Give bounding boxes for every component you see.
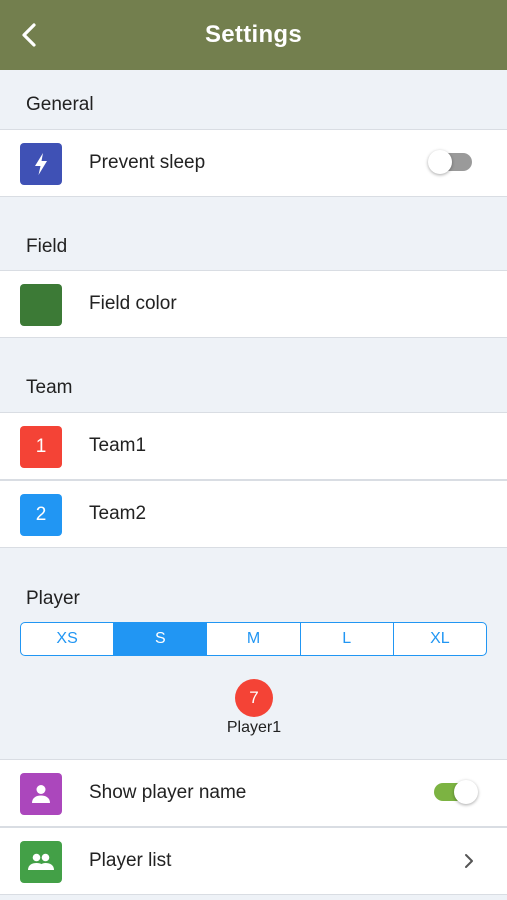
player-list-label: Player list: [89, 850, 172, 871]
show-player-name-row[interactable]: Show player name: [0, 759, 507, 827]
size-option-l[interactable]: L: [299, 623, 393, 655]
size-option-xs[interactable]: XS: [21, 623, 113, 655]
size-option-xl[interactable]: XL: [392, 623, 486, 655]
team-name-label: Team2: [89, 503, 147, 524]
field-color-swatch: [20, 284, 62, 326]
section-label-general: General: [26, 94, 94, 115]
player-preview-name: Player1: [226, 719, 282, 736]
toggle-knob: [428, 150, 452, 174]
player-size-selector: XS S M L XL: [20, 622, 487, 656]
field-color-row[interactable]: Field color: [0, 270, 507, 338]
chevron-left-icon: [22, 23, 36, 47]
player-preview-badge: 7: [235, 679, 273, 717]
team-row-1[interactable]: 1 Team1: [0, 412, 507, 480]
team-number-badge: 1: [20, 426, 62, 468]
size-option-s[interactable]: S: [113, 623, 207, 655]
show-player-name-label: Show player name: [89, 782, 247, 803]
show-player-name-toggle[interactable]: [434, 780, 478, 804]
people-icon: [20, 841, 62, 883]
lightning-icon: [20, 143, 62, 185]
section-label-field: Field: [26, 236, 68, 257]
section-label-team: Team: [26, 377, 73, 398]
field-color-label: Field color: [89, 293, 177, 314]
app-header: Settings: [0, 0, 507, 70]
team-name-label: Team1: [89, 435, 147, 456]
player-list-row[interactable]: Player list: [0, 827, 507, 895]
size-option-m[interactable]: M: [206, 623, 299, 655]
team-number-badge: 2: [20, 494, 62, 536]
page-title: Settings: [204, 21, 303, 48]
person-icon: [20, 773, 62, 815]
team-row-2[interactable]: 2 Team2: [0, 480, 507, 548]
prevent-sleep-row[interactable]: Prevent sleep: [0, 129, 507, 197]
toggle-knob: [454, 780, 478, 804]
section-label-player: Player: [26, 588, 80, 609]
back-button[interactable]: [14, 20, 44, 50]
chevron-right-icon: [459, 850, 479, 872]
prevent-sleep-toggle[interactable]: [428, 150, 472, 174]
prevent-sleep-label: Prevent sleep: [89, 152, 206, 173]
